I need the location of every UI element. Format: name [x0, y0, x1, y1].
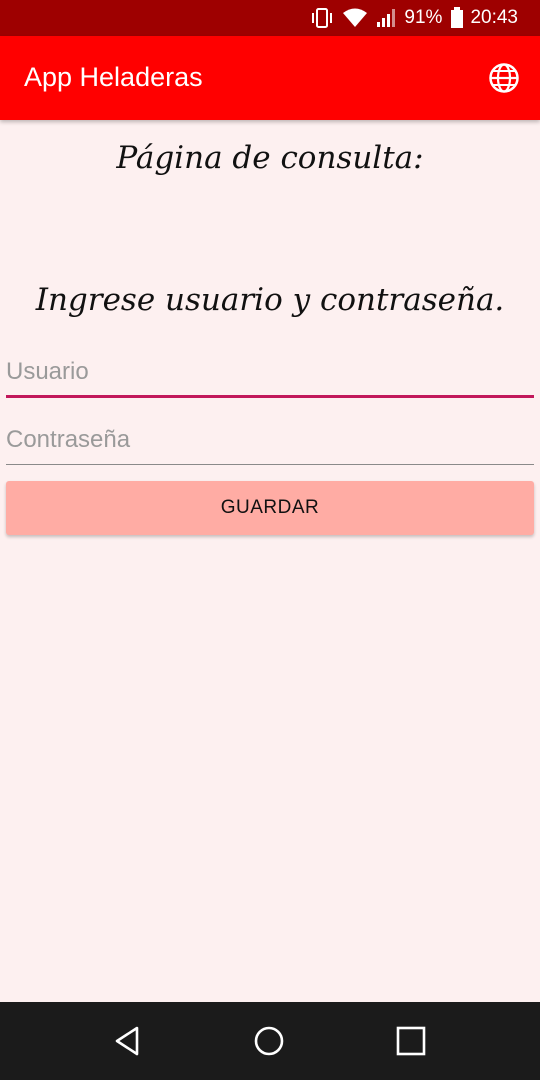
app-title: App Heladeras — [24, 62, 203, 92]
instruction-text: Ingrese usuario y contraseña. — [35, 282, 505, 318]
globe-icon — [489, 63, 519, 93]
signal-icon — [376, 7, 398, 29]
recent-apps-button[interactable] — [394, 1024, 428, 1058]
page-heading: Página de consulta: — [116, 140, 424, 176]
username-field-container — [6, 352, 534, 398]
home-icon — [254, 1026, 284, 1056]
screen: 91% 20:43 App Heladeras Página de consul… — [0, 0, 540, 1080]
home-button[interactable] — [252, 1024, 286, 1058]
app-bar: App Heladeras — [0, 36, 540, 120]
battery-percent: 91% — [404, 7, 443, 28]
username-underline — [6, 395, 534, 398]
password-field-container — [6, 420, 534, 465]
password-underline — [6, 464, 534, 465]
back-button[interactable] — [110, 1024, 144, 1058]
save-button[interactable]: GUARDAR — [6, 481, 534, 535]
password-input[interactable] — [6, 420, 534, 460]
status-bar: 91% 20:43 — [0, 0, 540, 36]
clock: 20:43 — [470, 7, 518, 28]
vibrate-icon — [310, 7, 334, 29]
battery-icon — [450, 7, 464, 29]
status-icons: 91% 20:43 — [302, 0, 518, 36]
recent-apps-icon — [396, 1026, 426, 1056]
back-icon — [115, 1026, 139, 1056]
username-input[interactable] — [6, 352, 534, 392]
language-button[interactable] — [488, 62, 520, 94]
wifi-icon — [342, 7, 368, 29]
nav-bar — [0, 1002, 540, 1080]
